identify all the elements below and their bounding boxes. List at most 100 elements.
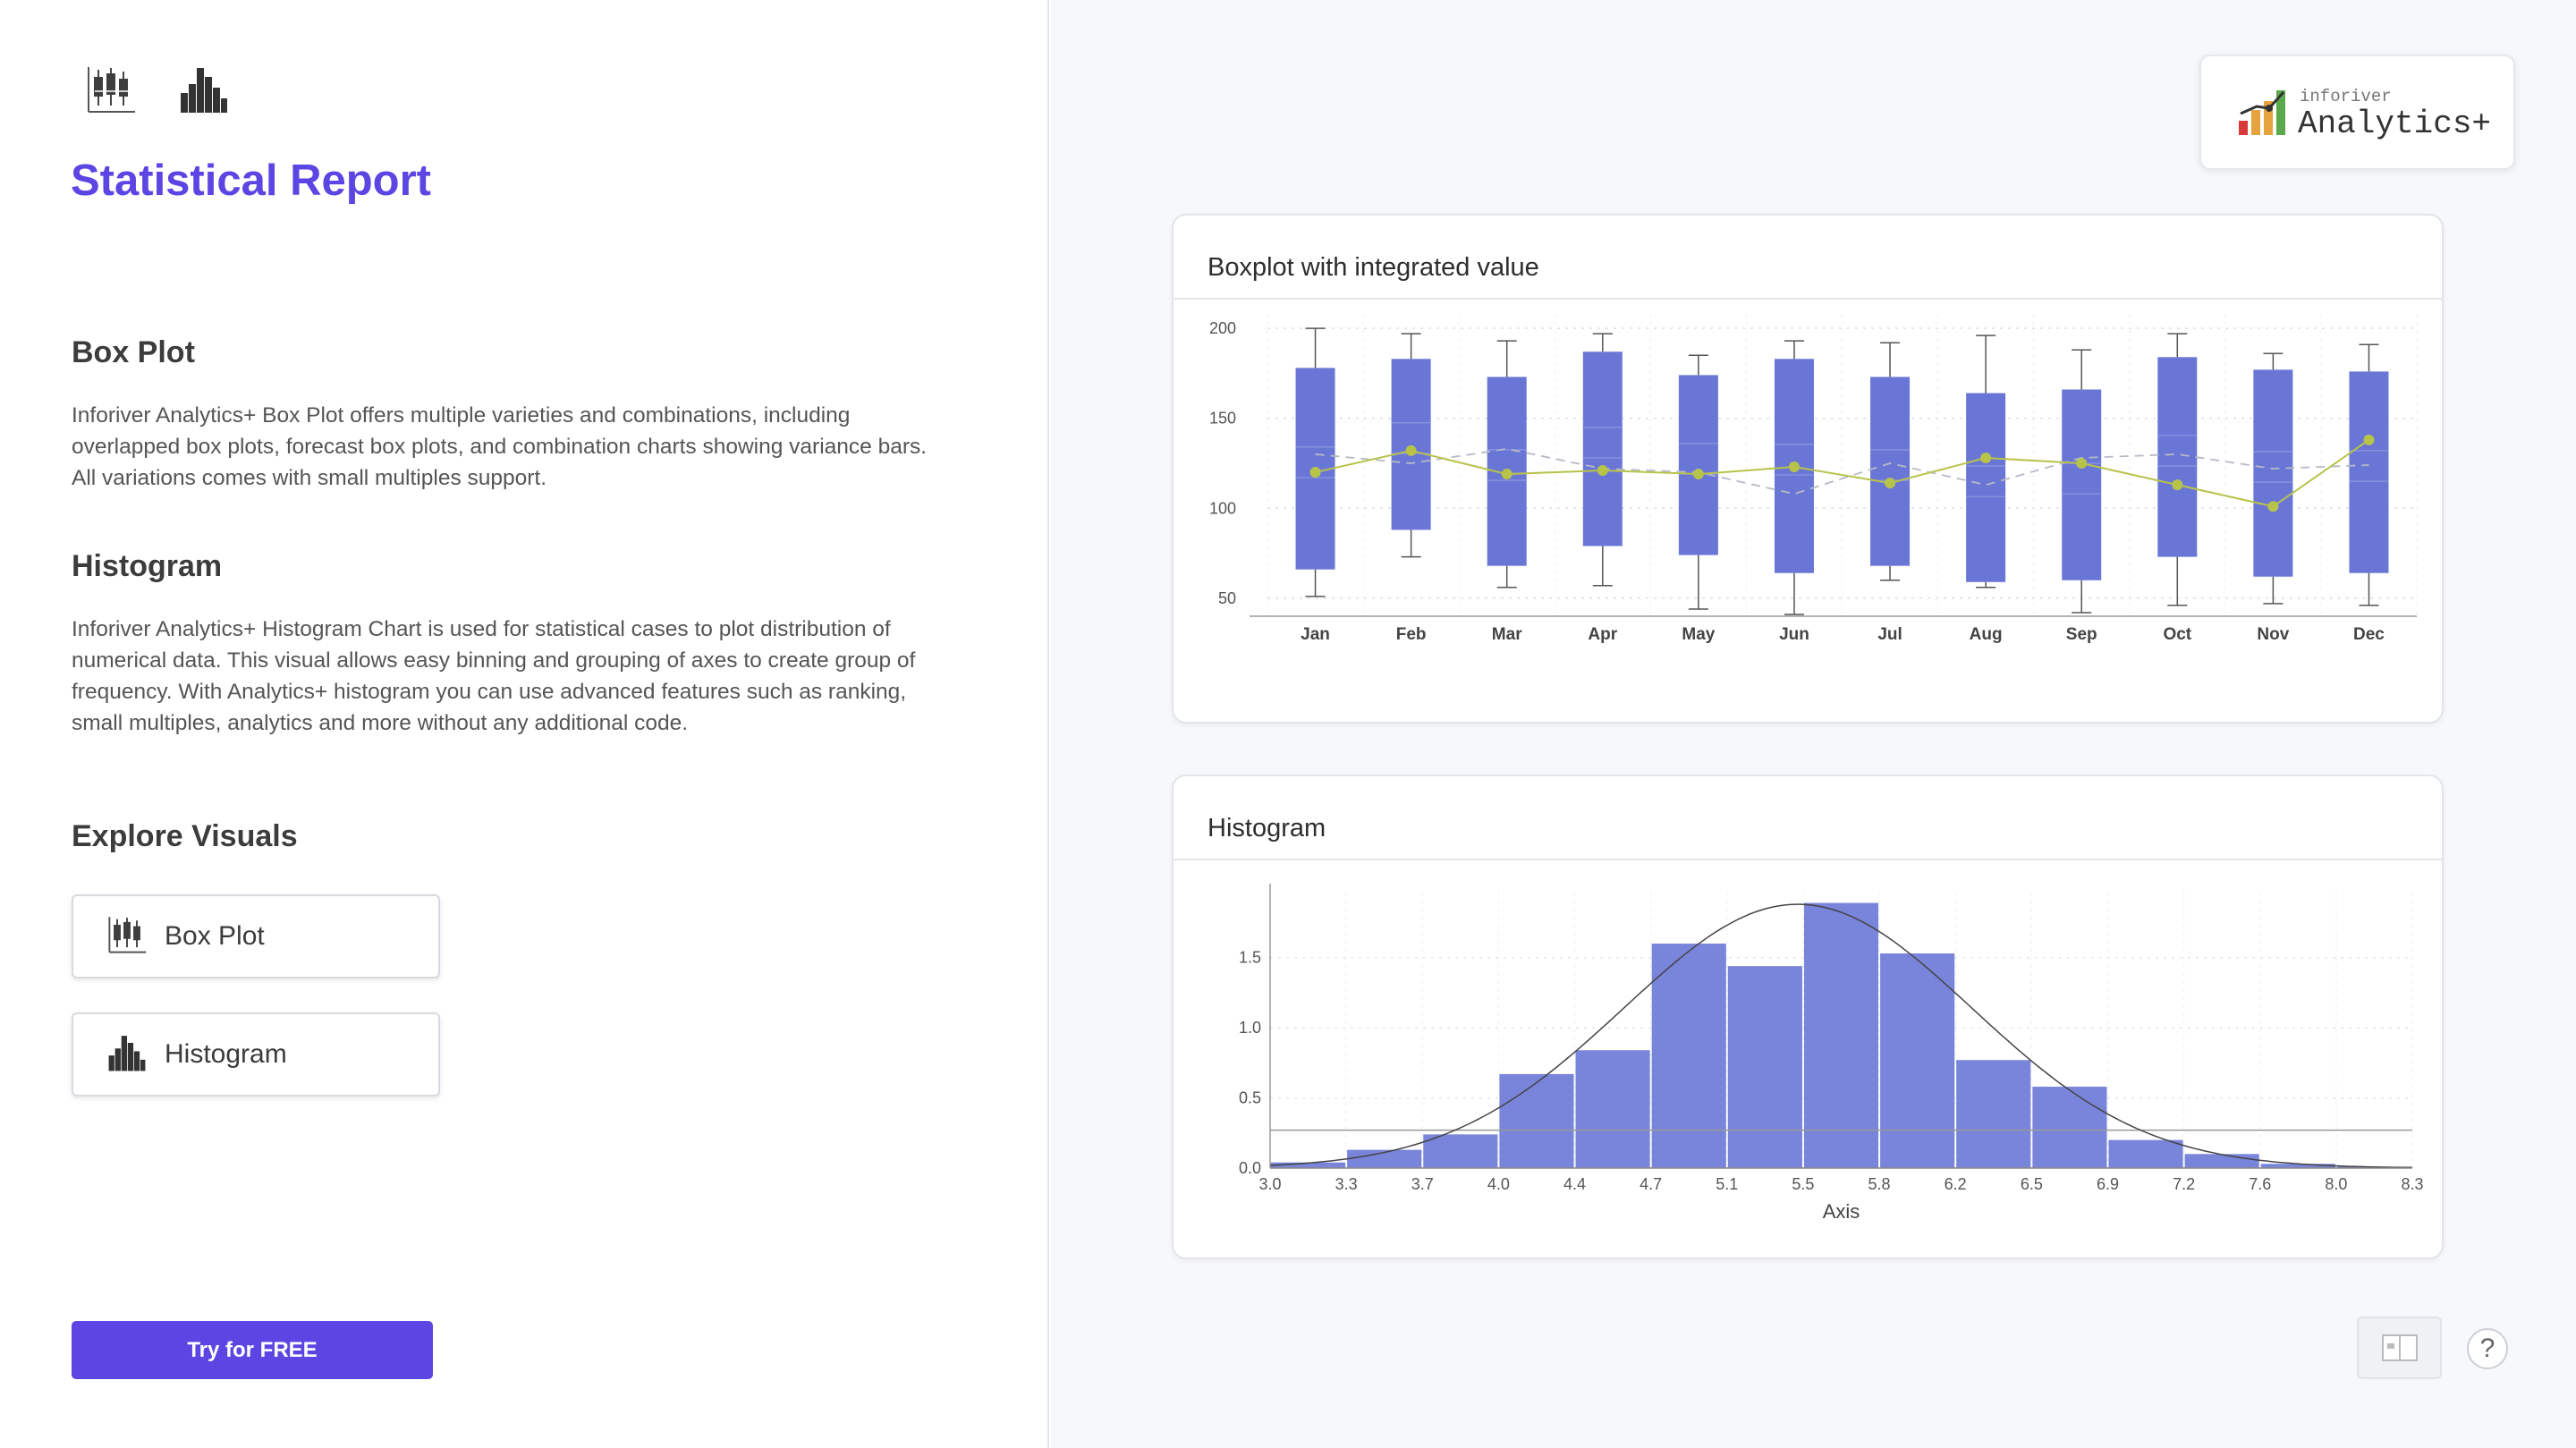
x-tick-label: Jun [1779,625,1809,644]
x-tick-label: 5.8 [1868,1175,1891,1193]
section-heading-histogram: Histogram [72,549,223,583]
bookmark-button[interactable] [2357,1317,2442,1379]
help-icon: ? [2479,1334,2496,1363]
box-apr [1582,351,1623,546]
left-panel: Statistical Report Box Plot Inforiver An… [0,0,1049,1448]
x-tick-label: 5.5 [1792,1175,1814,1193]
histogram-icon[interactable] [179,64,229,114]
histogram-chart: 0.0 0.5 1.0 1.5 3.0 3.3 3.7 4.0 4.4 4.7 5.1 5.5 5.8 6… [1239,884,2424,1223]
boxplot-card-title: Boxplot with integrated value [1208,253,1539,282]
boxplot-card: Boxplot with integrated value 50 100 150 20… [1172,214,2444,724]
boxplot-icon [107,915,147,959]
x-tick-label: Oct [2163,625,2191,644]
histogram-bar [2108,1139,2183,1168]
integrated-value-point [1692,469,1704,480]
y-tick-label: 1.0 [1239,1019,1261,1037]
integrated-value-point [1405,445,1417,456]
x-tick-label: Jul [1877,625,1902,644]
x-tick-label: Mar [1492,625,1522,644]
integrated-value-point [1597,465,1608,477]
x-axis-label: Axis [1823,1200,1860,1223]
x-tick-label: 4.4 [1563,1175,1586,1193]
x-tick-label: May [1682,625,1715,644]
panel-icon [2381,1334,2418,1361]
boxplot-icon[interactable] [86,64,136,114]
section-text-histogram: Inforiver Analytics+ Histogram Chart is … [72,617,916,735]
y-tick-label: 1.5 [1239,949,1261,967]
x-tick-label: 4.0 [1487,1175,1510,1193]
box-nov [2253,369,2293,577]
y-tick-label: 0.0 [1239,1159,1261,1177]
section-text-boxplot: Inforiver Analytics+ Box Plot offers mul… [72,403,928,490]
integrated-value-point [1501,469,1513,480]
integrated-value-point [1788,461,1800,473]
x-tick-label: 3.0 [1258,1175,1281,1193]
histogram-bar [2184,1154,2259,1168]
x-tick-label: 3.3 [1335,1175,1358,1193]
y-tick-label: 0.5 [1239,1089,1261,1107]
histogram-bar [1727,966,1802,1168]
histogram-card: Histogram 0.0 0.5 1.0 1.5 3.0 3.3 3.7 4.0 4.4 4.7… [1172,775,2444,1259]
page-title: Statistical Report [71,157,431,205]
x-tick-label: Apr [1588,625,1617,644]
integrated-value-point [1980,452,1992,463]
integrated-value-point [2076,457,2088,469]
help-button[interactable]: ? [2467,1328,2508,1369]
x-tick-label: Sep [2066,625,2097,644]
x-tick-label: Feb [1396,625,1427,644]
comparison-line [1315,447,2369,495]
section-heading-boxplot: Box Plot [72,335,195,369]
x-tick-label: Aug [1970,625,2003,644]
x-tick-label: Dec [2353,625,2385,644]
top-icons [86,64,229,114]
integrated-value-point [1885,478,1896,489]
y-tick-label: 100 [1209,499,1236,517]
explore-boxplot-button[interactable]: Box Plot [72,894,440,978]
box-dec [2349,371,2389,573]
explore-boxplot-label: Box Plot [165,921,265,951]
y-tick-label: 50 [1218,589,1236,607]
analytics-logo-icon [2239,90,2285,135]
explore-histogram-label: Histogram [165,1039,287,1069]
boxplot-chart: 50 100 150 200 Jan Feb Mar Apr May Jun Jul Aug Sep Oc… [1209,314,2418,644]
logo-brand-small: inforiver [2300,87,2392,106]
explore-heading: Explore Visuals [72,819,298,853]
integrated-value-point [2172,479,2183,491]
x-tick-label: 8.3 [2401,1175,2423,1193]
card-divider [1174,859,2442,860]
try-free-button[interactable]: Try for FREE [72,1321,433,1379]
integrated-value-point [1309,467,1321,478]
x-tick-label: Jan [1301,625,1330,644]
explore-histogram-button[interactable]: Histogram [72,1012,440,1097]
integrated-value-point [2267,501,2279,512]
box-jul [1870,377,1911,566]
x-tick-label: 3.7 [1411,1175,1434,1193]
logo-brand-big: Analytics+ [2298,106,2492,142]
histogram-bar [1956,1060,2031,1168]
x-tick-label: 7.2 [2173,1175,2195,1193]
y-tick-label: 200 [1209,319,1236,337]
y-tick-label: 150 [1209,410,1236,428]
histogram-card-title: Histogram [1208,814,1326,843]
x-tick-label: Nov [2257,625,2289,644]
x-tick-label: 8.0 [2325,1175,2347,1193]
histogram-bar [1651,944,1726,1168]
x-tick-label: 4.7 [1640,1175,1662,1193]
histogram-bar [1803,902,1879,1168]
x-tick-label: 7.6 [2249,1175,2271,1193]
box-sep [2062,389,2102,580]
histogram-icon [107,1033,147,1077]
histogram-bar [1423,1134,1498,1168]
histogram-bar [2032,1087,2107,1168]
integrated-value-point [2363,434,2375,445]
histogram-bar [1499,1073,1574,1168]
box-oct [2157,357,2198,557]
histogram-bar [1575,1050,1650,1168]
box-aug [1966,393,2006,582]
x-tick-label: 6.5 [2021,1175,2043,1193]
histogram-bar [1880,953,1955,1168]
card-divider [1174,298,2442,300]
box-feb [1391,359,1431,530]
box-may [1678,375,1718,555]
x-tick-label: 5.1 [1716,1175,1738,1193]
